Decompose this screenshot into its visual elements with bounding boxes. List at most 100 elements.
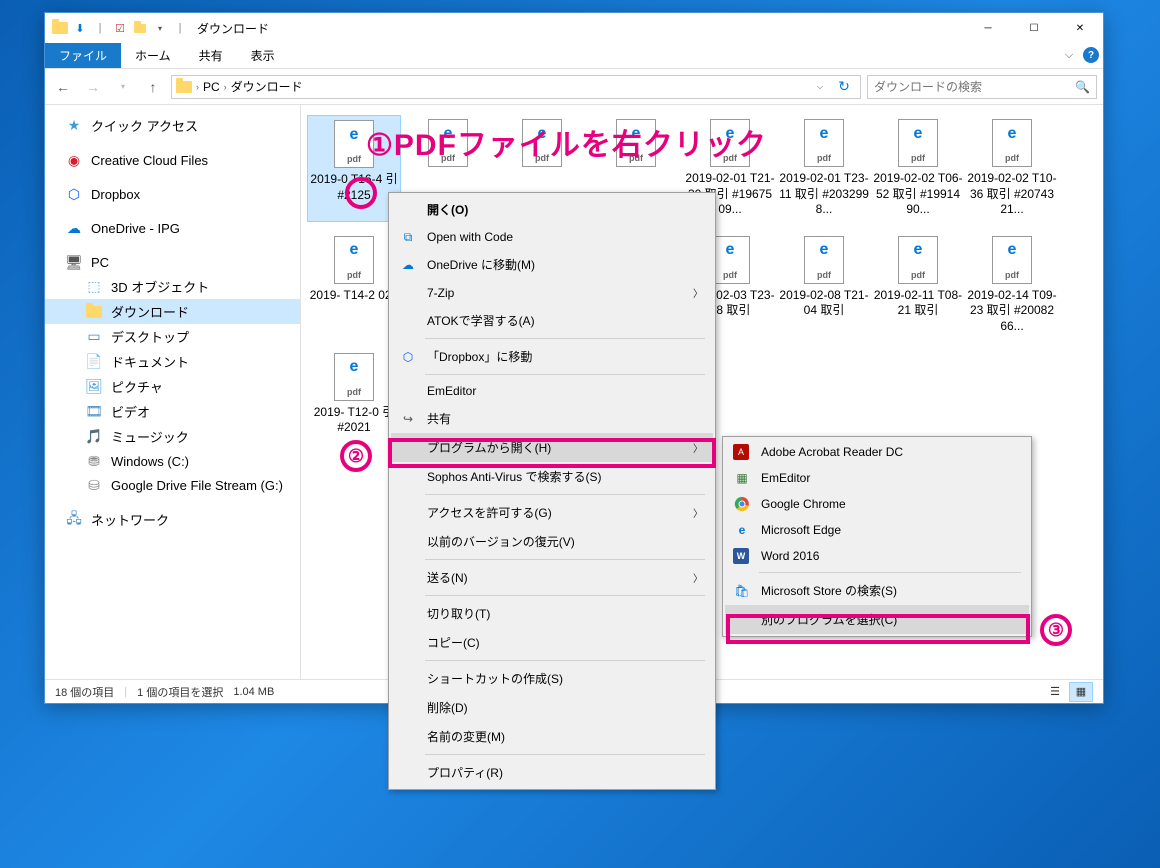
cm-open-code[interactable]: ⧉Open with Code <box>391 224 713 250</box>
sub-acrobat[interactable]: AAdobe Acrobat Reader DC <box>725 439 1029 465</box>
sidebar-dropbox[interactable]: ⬡Dropbox <box>45 182 300 206</box>
cm-send-to[interactable]: 送る(N)〉 <box>391 563 713 592</box>
history-dropdown-icon[interactable]: ▾ <box>111 75 135 99</box>
cm-sophos[interactable]: Sophos Anti-Virus で検索する(S) <box>391 462 713 491</box>
tab-file[interactable]: ファイル <box>45 43 121 68</box>
sidebar-label: ミュージック <box>111 427 189 446</box>
pdf-file-icon: epdf <box>800 119 848 167</box>
sidebar-music[interactable]: 🎵ミュージック <box>45 424 300 449</box>
cm-label: Microsoft Store の検索(S) <box>761 582 897 599</box>
file-item[interactable]: epdf 2019-02-08 T21-04 取引 <box>777 232 871 339</box>
breadcrumb-pc[interactable]: PC <box>203 80 220 94</box>
sub-edge[interactable]: eMicrosoft Edge <box>725 517 1029 543</box>
chevron-right-icon: 〉 <box>693 440 703 455</box>
help-icon[interactable]: ? <box>1083 47 1099 63</box>
search-input[interactable] <box>874 80 1075 94</box>
icons-view-icon[interactable]: ▦ <box>1069 682 1093 702</box>
expand-ribbon-icon[interactable]: ⌵ <box>1059 45 1079 65</box>
minimize-button[interactable]: ─ <box>965 13 1011 43</box>
cm-properties[interactable]: プロパティ(R) <box>391 758 713 787</box>
separator <box>425 559 705 560</box>
cm-onedrive-move[interactable]: ☁OneDrive に移動(M) <box>391 250 713 279</box>
cm-access[interactable]: アクセスを許可する(G)〉 <box>391 498 713 527</box>
file-item[interactable]: epdf2019-02-02 T10-36 取引 #2074321... <box>965 115 1059 222</box>
file-item[interactable]: epdf2019- T14-2 028 <box>307 232 401 339</box>
file-item[interactable]: epdf2019- T12-0 引 #2021 <box>307 349 401 440</box>
sidebar-3dobjects[interactable]: ⬚3D オブジェクト <box>45 274 300 299</box>
search-icon[interactable]: 🔍 <box>1075 80 1090 94</box>
sidebar-onedrive[interactable]: ☁OneDrive - IPG <box>45 216 300 240</box>
tab-home[interactable]: ホーム <box>121 43 185 68</box>
cm-cut[interactable]: 切り取り(T) <box>391 599 713 628</box>
sub-chrome[interactable]: Google Chrome <box>725 491 1029 517</box>
titlebar: ⬇ | ☑ ▾ | ダウンロード ─ ☐ ✕ <box>45 13 1103 43</box>
sidebar-desktop[interactable]: ▭デスクトップ <box>45 324 300 349</box>
tab-view[interactable]: 表示 <box>237 43 289 68</box>
cm-label: 送る(N) <box>427 569 468 586</box>
close-button[interactable]: ✕ <box>1057 13 1103 43</box>
sidebar-pc[interactable]: 🖥PC <box>45 250 300 274</box>
annotation-step2: ② <box>340 440 372 472</box>
cm-label: ショートカットの作成(S) <box>427 670 563 687</box>
divider-icon: | <box>124 686 127 698</box>
cm-copy[interactable]: コピー(C) <box>391 628 713 657</box>
context-menu: 開く(O) ⧉Open with Code ☁OneDrive に移動(M) 7… <box>388 192 716 790</box>
cm-delete[interactable]: 削除(D) <box>391 693 713 722</box>
sidebar-network[interactable]: 🖧ネットワーク <box>45 507 300 532</box>
details-view-icon[interactable]: ☰ <box>1043 682 1067 702</box>
sidebar-quick-access[interactable]: ★クイック アクセス <box>45 113 300 138</box>
cm-dropbox-move[interactable]: ⬡「Dropbox」に移動 <box>391 342 713 371</box>
annotation-step3: ③ <box>1040 614 1072 646</box>
file-name-label: 2019-02-02 T06-52 取引 #1991490... <box>873 171 963 218</box>
cm-label: 共有 <box>427 410 451 427</box>
file-item[interactable]: epdf2019-02-14 T09-23 取引 #2008266... <box>965 232 1059 339</box>
chevron-right-icon[interactable]: › <box>224 82 227 92</box>
emeditor-icon: ▦ <box>733 469 751 487</box>
cm-atok[interactable]: ATOKで学習する(A) <box>391 306 713 335</box>
sidebar-label: ドキュメント <box>111 352 189 371</box>
sub-emeditor[interactable]: ▦EmEditor <box>725 465 1029 491</box>
search-box[interactable]: 🔍 <box>867 75 1097 99</box>
file-item[interactable]: epdf2019-02-11 T08-21 取引 <box>871 232 965 339</box>
cm-rename[interactable]: 名前の変更(M) <box>391 722 713 751</box>
file-item[interactable]: epdf2019-02-01 T23-11 取引 #2032998... <box>777 115 871 222</box>
sidebar-label: OneDrive - IPG <box>91 221 180 236</box>
file-item[interactable]: epdf2019-02-02 T06-52 取引 #1991490... <box>871 115 965 222</box>
pdf-file-icon: epdf <box>988 119 1036 167</box>
cm-7zip[interactable]: 7-Zip〉 <box>391 279 713 306</box>
sidebar-pictures[interactable]: 🖼ピクチャ <box>45 374 300 399</box>
sub-word[interactable]: WWord 2016 <box>725 543 1029 569</box>
sidebar-videos[interactable]: 🎞ビデオ <box>45 399 300 424</box>
chevron-right-icon[interactable]: › <box>196 82 199 92</box>
addr-dropdown-icon[interactable]: ⌵ <box>808 75 832 99</box>
breadcrumb-folder[interactable]: ダウンロード <box>231 78 303 95</box>
down-arrow-icon[interactable]: ⬇ <box>71 19 89 37</box>
sidebar-windows-c[interactable]: ⛃Windows (C:) <box>45 449 300 473</box>
back-button[interactable]: ← <box>51 75 75 99</box>
sidebar-creative-cloud[interactable]: ◉Creative Cloud Files <box>45 148 300 172</box>
up-button[interactable]: ↑ <box>141 75 165 99</box>
sidebar-label: Dropbox <box>91 187 140 202</box>
cm-emeditor[interactable]: EmEditor <box>391 378 713 404</box>
cm-prev-version[interactable]: 以前のバージョンの復元(V) <box>391 527 713 556</box>
maximize-button[interactable]: ☐ <box>1011 13 1057 43</box>
tab-share[interactable]: 共有 <box>185 43 237 68</box>
cm-open-with[interactable]: プログラムから開く(H)〉 <box>391 433 713 462</box>
cm-open[interactable]: 開く(O) <box>391 195 713 224</box>
cm-label: 「Dropbox」に移動 <box>427 348 532 365</box>
refresh-icon[interactable]: ↻ <box>832 75 856 99</box>
sub-store[interactable]: 🛍Microsoft Store の検索(S) <box>725 576 1029 605</box>
cm-shortcut[interactable]: ショートカットの作成(S) <box>391 664 713 693</box>
cm-share[interactable]: ↪共有 <box>391 404 713 433</box>
sidebar-documents[interactable]: 📄ドキュメント <box>45 349 300 374</box>
pdf-file-icon: epdf <box>800 236 848 284</box>
sub-choose-another[interactable]: 別のプログラムを選択(C) <box>725 605 1029 634</box>
sidebar-downloads[interactable]: ダウンロード <box>45 299 300 324</box>
qat-dropdown-icon[interactable]: ▾ <box>151 19 169 37</box>
sidebar-gdrive[interactable]: ⛁Google Drive File Stream (G:) <box>45 473 300 497</box>
check-icon[interactable]: ☑ <box>111 19 129 37</box>
address-bar[interactable]: › PC › ダウンロード ⌵ ↻ <box>171 75 861 99</box>
forward-button[interactable]: → <box>81 75 105 99</box>
file-name-label: 2019-02-08 T21-04 取引 <box>779 288 869 319</box>
sidebar-label: ネットワーク <box>91 510 169 529</box>
